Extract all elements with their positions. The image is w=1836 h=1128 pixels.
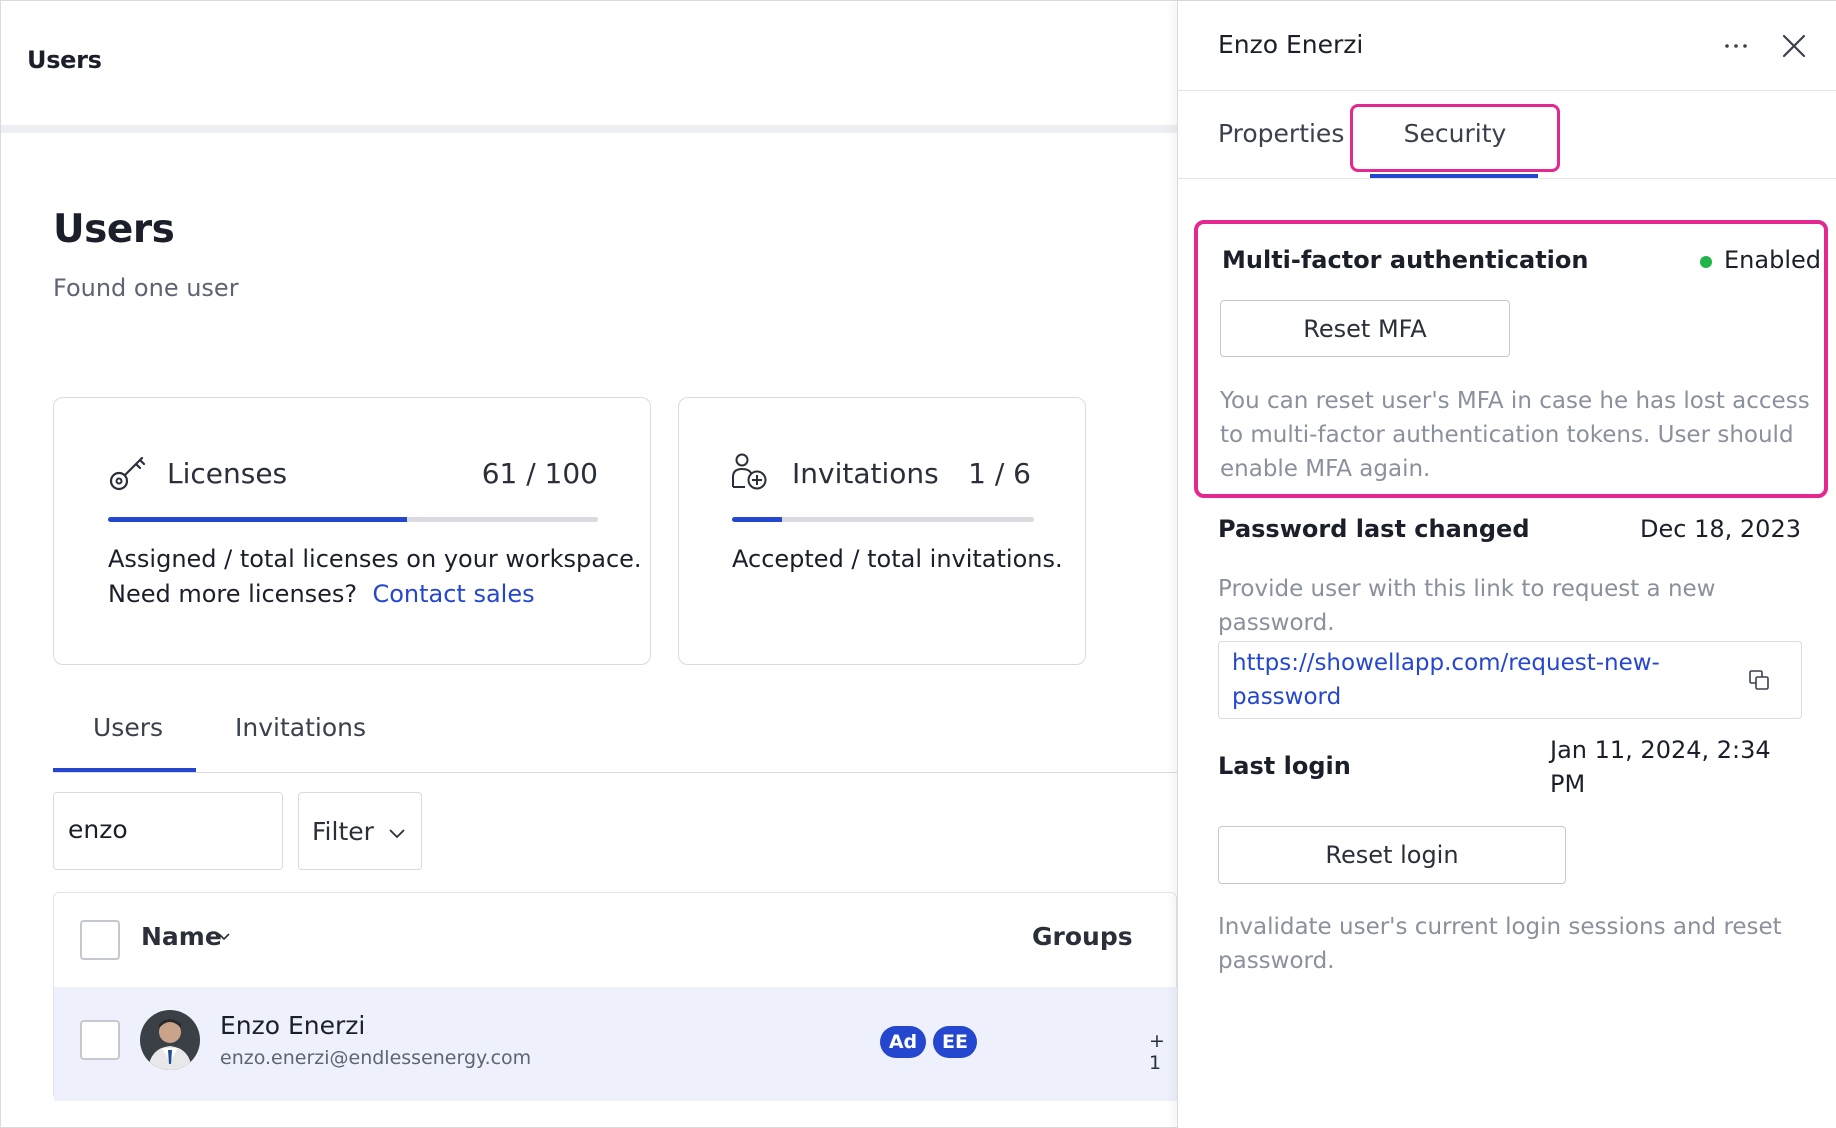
top-bar: Users (1, 1, 1177, 125)
avatar (140, 1010, 200, 1070)
main-tabs: Users Invitations (53, 701, 1177, 773)
invitations-progress-bar (732, 517, 1034, 522)
tab-users[interactable]: Users (93, 713, 163, 742)
mfa-section: Multi-factor authentication Enabled Rese… (1194, 220, 1828, 498)
password-last-changed-value: Dec 18, 2023 (1640, 515, 1801, 543)
top-bar-title: Users (27, 46, 102, 74)
chevron-down-icon (389, 829, 405, 839)
mfa-description: You can reset user's MFA in case he has … (1220, 388, 1810, 482)
tab-security-label: Security (1403, 119, 1507, 148)
copy-icon[interactable] (1747, 668, 1771, 692)
row-checkbox[interactable] (80, 1020, 120, 1060)
search-box (53, 792, 283, 870)
user-add-icon (732, 453, 767, 490)
password-reset-link[interactable]: https://showellapp.com/request-new-passw… (1232, 646, 1692, 714)
app-window: Users Users Found one user Licenses 61 /… (0, 0, 1836, 1128)
groups-more-count[interactable]: + 1 (1149, 1030, 1176, 1074)
group-badge[interactable]: EE (933, 1026, 977, 1058)
tab-security[interactable]: Security (1350, 104, 1560, 172)
login-description: Invalidate user's current login sessions… (1218, 914, 1782, 974)
tab-security-active-indicator (1370, 174, 1538, 178)
column-groups-header: Groups (1032, 922, 1133, 951)
licenses-label: Licenses (167, 457, 288, 490)
select-all-checkbox[interactable] (80, 920, 120, 960)
licenses-progress-fill (108, 517, 407, 522)
invitations-progress-fill (732, 517, 783, 522)
column-name-header[interactable]: Name (141, 922, 222, 951)
password-description: Provide user with this link to request a… (1218, 576, 1716, 636)
table-header: Name Groups (54, 893, 1178, 987)
users-table: Name Groups Enzo Enerzi enzo.enerzi@endl… (53, 892, 1178, 1101)
licenses-description: Assigned / total licenses on your worksp… (108, 542, 642, 612)
tab-properties[interactable]: Properties (1218, 119, 1344, 148)
invitations-label: Invitations (792, 457, 939, 490)
page-subtitle: Found one user (53, 274, 239, 302)
search-input[interactable] (68, 815, 268, 844)
tab-invitations[interactable]: Invitations (235, 713, 366, 742)
licenses-count: 61 / 100 (481, 457, 598, 490)
filter-label: Filter (312, 817, 374, 846)
licenses-card: Licenses 61 / 100 Assigned / total licen… (53, 397, 651, 665)
last-login-label: Last login (1218, 752, 1351, 780)
page-title: Users (53, 207, 175, 252)
panel-title: Enzo Enerzi (1218, 30, 1364, 59)
sort-chevron-icon[interactable] (216, 929, 232, 945)
group-badge[interactable]: Ad (880, 1026, 926, 1058)
last-login-value: Jan 11, 2024, 2:34 PM (1550, 736, 1771, 798)
licenses-progress-bar (108, 517, 598, 522)
password-last-changed-label: Password last changed (1218, 515, 1530, 543)
tab-users-active-indicator (53, 768, 196, 772)
user-name[interactable]: Enzo Enerzi (220, 1011, 365, 1040)
invitations-description: Accepted / total invitations. (732, 545, 1063, 573)
close-icon[interactable] (1776, 28, 1812, 64)
licenses-desc-line2-row: Need more licenses? Contact sales (108, 577, 642, 612)
user-email: enzo.enerzi@endlessenergy.com (220, 1047, 532, 1069)
user-detail-panel: Enzo Enerzi Properties Security Multi-fa… (1177, 1, 1836, 1128)
invitations-card: Invitations 1 / 6 Accepted / total invit… (678, 397, 1086, 665)
mfa-title: Multi-factor authentication (1222, 246, 1589, 274)
top-bar-divider (1, 125, 1177, 133)
password-link-box: https://showellapp.com/request-new-passw… (1218, 641, 1802, 719)
contact-sales-link[interactable]: Contact sales (372, 580, 534, 608)
reset-mfa-button[interactable]: Reset MFA (1220, 300, 1510, 357)
key-icon (109, 456, 146, 491)
panel-tabs: Properties Security (1178, 91, 1836, 179)
invitations-count: 1 / 6 (968, 457, 1031, 490)
licenses-desc-line1: Assigned / total licenses on your worksp… (108, 545, 642, 573)
mfa-status-dot (1700, 256, 1712, 268)
filter-button[interactable]: Filter (298, 792, 422, 870)
ellipsis-icon[interactable] (1718, 28, 1754, 64)
licenses-desc-line2: Need more licenses? (108, 580, 358, 608)
reset-login-button[interactable]: Reset login (1218, 826, 1566, 884)
mfa-status: Enabled (1724, 246, 1821, 274)
table-row[interactable] (54, 987, 1178, 1101)
